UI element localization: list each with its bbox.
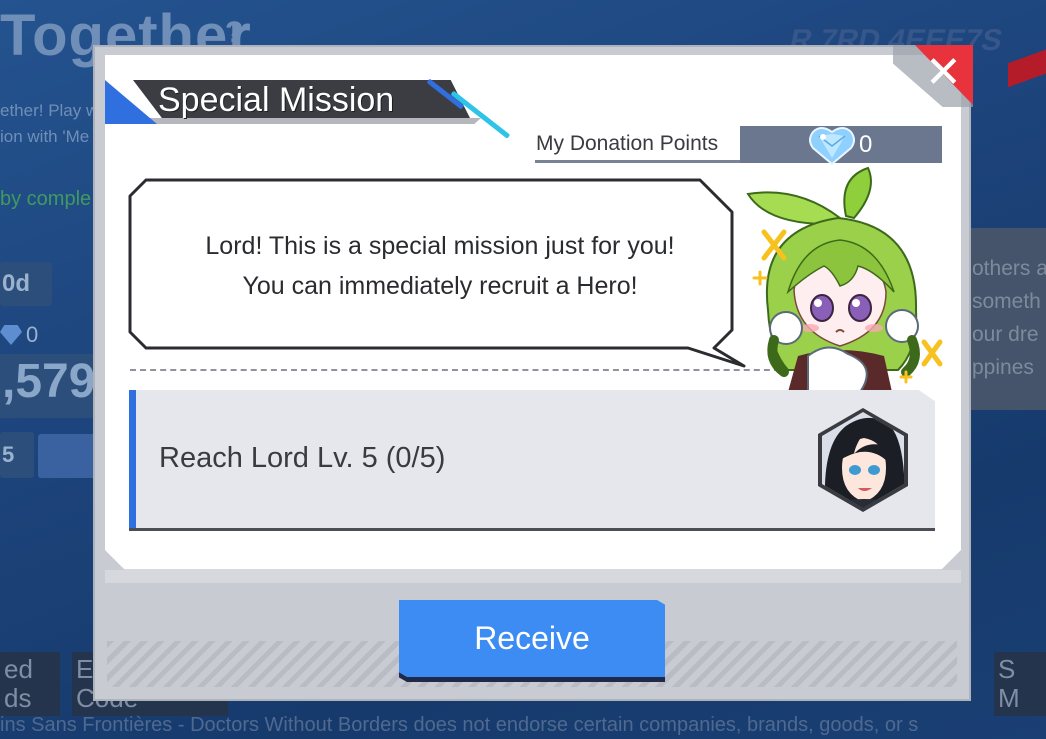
close-icon[interactable]: ✕ (925, 51, 962, 95)
bg-bottom-right-button[interactable]: S M (994, 652, 1046, 716)
bg-bottom-left-button[interactable]: ed ds (0, 652, 60, 716)
bg-days-chip: 0d (0, 262, 52, 306)
close-button[interactable]: ✕ (893, 45, 973, 107)
bg-description: ether! Play w ion with 'Me (0, 101, 98, 146)
bg-diamond-icon (0, 325, 22, 345)
bg-points-value: 0 (26, 322, 39, 347)
speech-text: Lord! This is a special mission just for… (150, 226, 730, 306)
bg-red-decoration (1008, 48, 1046, 88)
dialog-content-shadow (105, 569, 961, 583)
bg-small-chip: 5 (0, 432, 34, 478)
bg-points: 0 (0, 322, 38, 348)
donation-label-underline (535, 160, 740, 163)
mascot-character (746, 166, 943, 392)
bg-right-panel: others a someth our dre ppines (968, 228, 1046, 410)
section-divider (130, 369, 790, 371)
donation-points: My Donation Points 0 (535, 126, 942, 166)
mission-text: Reach Lord Lv. 5 (0/5) (159, 442, 446, 474)
dialog-title: Special Mission (158, 81, 395, 119)
donation-points-value: 0 (859, 131, 873, 158)
donation-points-label: My Donation Points (536, 132, 719, 155)
speech-line: Lord! This is a special mission just for… (205, 232, 675, 260)
bg-big-number: ,579 (0, 354, 96, 418)
hero-portrait-icon[interactable] (816, 406, 910, 514)
bg-footer-disclaimer: ins Sans Frontières - Doctors Without Bo… (0, 714, 919, 736)
speech-line: You can immediately recruit a Hero! (242, 272, 638, 300)
bg-bar[interactable] (38, 434, 98, 478)
bg-green-text: by comple (0, 188, 92, 210)
mission-row-underline (129, 528, 935, 531)
receive-button-label[interactable]: Receive (399, 600, 665, 677)
receive-button[interactable]: Receive (399, 600, 665, 682)
mission-row-accent (129, 390, 136, 529)
